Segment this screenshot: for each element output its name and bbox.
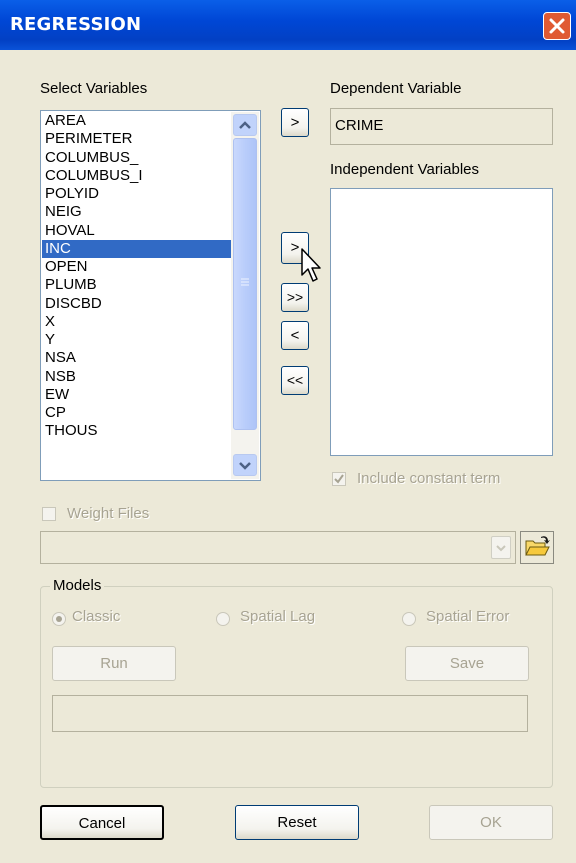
variable-list-item[interactable]: PLUMB bbox=[45, 276, 97, 294]
variable-list-item[interactable]: X bbox=[45, 313, 55, 331]
variable-list-item[interactable]: POLYID bbox=[45, 185, 99, 203]
variable-list-item[interactable]: COLUMBUS_ bbox=[45, 149, 138, 167]
variable-list-item[interactable]: OPEN bbox=[45, 258, 88, 276]
dependent-variable-value: CRIME bbox=[335, 117, 384, 134]
run-button[interactable]: Run bbox=[52, 646, 176, 681]
variable-list-item[interactable]: DISCBD bbox=[45, 295, 102, 313]
folder-open-icon bbox=[525, 536, 550, 556]
include-constant-checkbox[interactable] bbox=[332, 472, 346, 486]
variable-list-item[interactable]: INC bbox=[42, 239, 233, 258]
weight-files-label: Weight Files bbox=[67, 505, 150, 522]
variable-list[interactable]: AREA PERIMETER COLUMBUS_ COLUMBUS_I POLYID NE… bbox=[40, 110, 261, 481]
mouse-cursor-icon bbox=[301, 248, 321, 282]
variable-list-item[interactable]: NEIG bbox=[45, 203, 82, 221]
independent-variables-list[interactable] bbox=[330, 188, 553, 456]
variable-list-item[interactable]: EW bbox=[45, 386, 69, 404]
list-scrollbar[interactable] bbox=[231, 112, 259, 479]
save-button[interactable]: Save bbox=[405, 646, 529, 681]
variable-list-item[interactable]: NSA bbox=[45, 349, 76, 367]
add-dependent-button[interactable]: > bbox=[281, 108, 309, 137]
remove-all-button[interactable]: << bbox=[281, 366, 309, 395]
weight-file-select[interactable] bbox=[40, 531, 516, 564]
add-all-button[interactable]: >> bbox=[281, 283, 309, 312]
variable-list-item[interactable]: PERIMETER bbox=[45, 130, 133, 148]
scroll-up-button[interactable] bbox=[233, 114, 257, 136]
variable-list-item[interactable]: CP bbox=[45, 404, 66, 422]
remove-button[interactable]: < bbox=[281, 321, 309, 350]
select-variables-label: Select Variables bbox=[40, 80, 148, 97]
cancel-button[interactable]: Cancel bbox=[40, 805, 164, 840]
grip-icon bbox=[241, 278, 249, 286]
ok-button[interactable]: OK bbox=[429, 805, 553, 840]
dropdown-button[interactable] bbox=[491, 536, 511, 559]
radio-spatial-lag-label: Spatial Lag bbox=[240, 608, 316, 625]
variable-list-item[interactable]: AREA bbox=[45, 112, 86, 130]
include-constant-label: Include constant term bbox=[357, 470, 501, 487]
close-button[interactable] bbox=[543, 12, 571, 40]
radio-spatial-lag[interactable] bbox=[216, 612, 230, 626]
window-title: REGRESSION bbox=[10, 14, 142, 35]
radio-spatial-error[interactable] bbox=[402, 612, 416, 626]
scroll-thumb[interactable] bbox=[233, 138, 257, 430]
variable-list-item[interactable]: NSB bbox=[45, 368, 76, 386]
variable-list-item[interactable]: THOUS bbox=[45, 422, 98, 440]
radio-spatial-error-label: Spatial Error bbox=[426, 608, 510, 625]
close-icon bbox=[549, 18, 565, 34]
checkmark-icon bbox=[334, 474, 344, 484]
open-weight-file-button[interactable] bbox=[520, 531, 554, 564]
chevron-up-icon bbox=[239, 121, 251, 129]
dependent-variable-label: Dependent Variable bbox=[330, 80, 462, 97]
chevron-down-icon bbox=[239, 462, 251, 470]
independent-variables-label: Independent Variables bbox=[330, 161, 480, 178]
models-legend: Models bbox=[50, 577, 105, 594]
reset-button[interactable]: Reset bbox=[235, 805, 359, 840]
scroll-down-button[interactable] bbox=[233, 454, 257, 476]
variable-list-item[interactable]: Y bbox=[45, 331, 55, 349]
progress-bar bbox=[52, 695, 528, 732]
weight-files-checkbox[interactable] bbox=[42, 507, 56, 521]
variable-list-item[interactable]: COLUMBUS_I bbox=[45, 167, 143, 185]
variable-list-item[interactable]: HOVAL bbox=[45, 222, 95, 240]
chevron-down-icon bbox=[496, 545, 506, 552]
radio-classic[interactable] bbox=[52, 612, 66, 626]
title-bar: REGRESSION bbox=[0, 0, 576, 50]
dependent-variable-field[interactable]: CRIME bbox=[330, 108, 553, 145]
radio-classic-label: Classic bbox=[72, 608, 121, 625]
